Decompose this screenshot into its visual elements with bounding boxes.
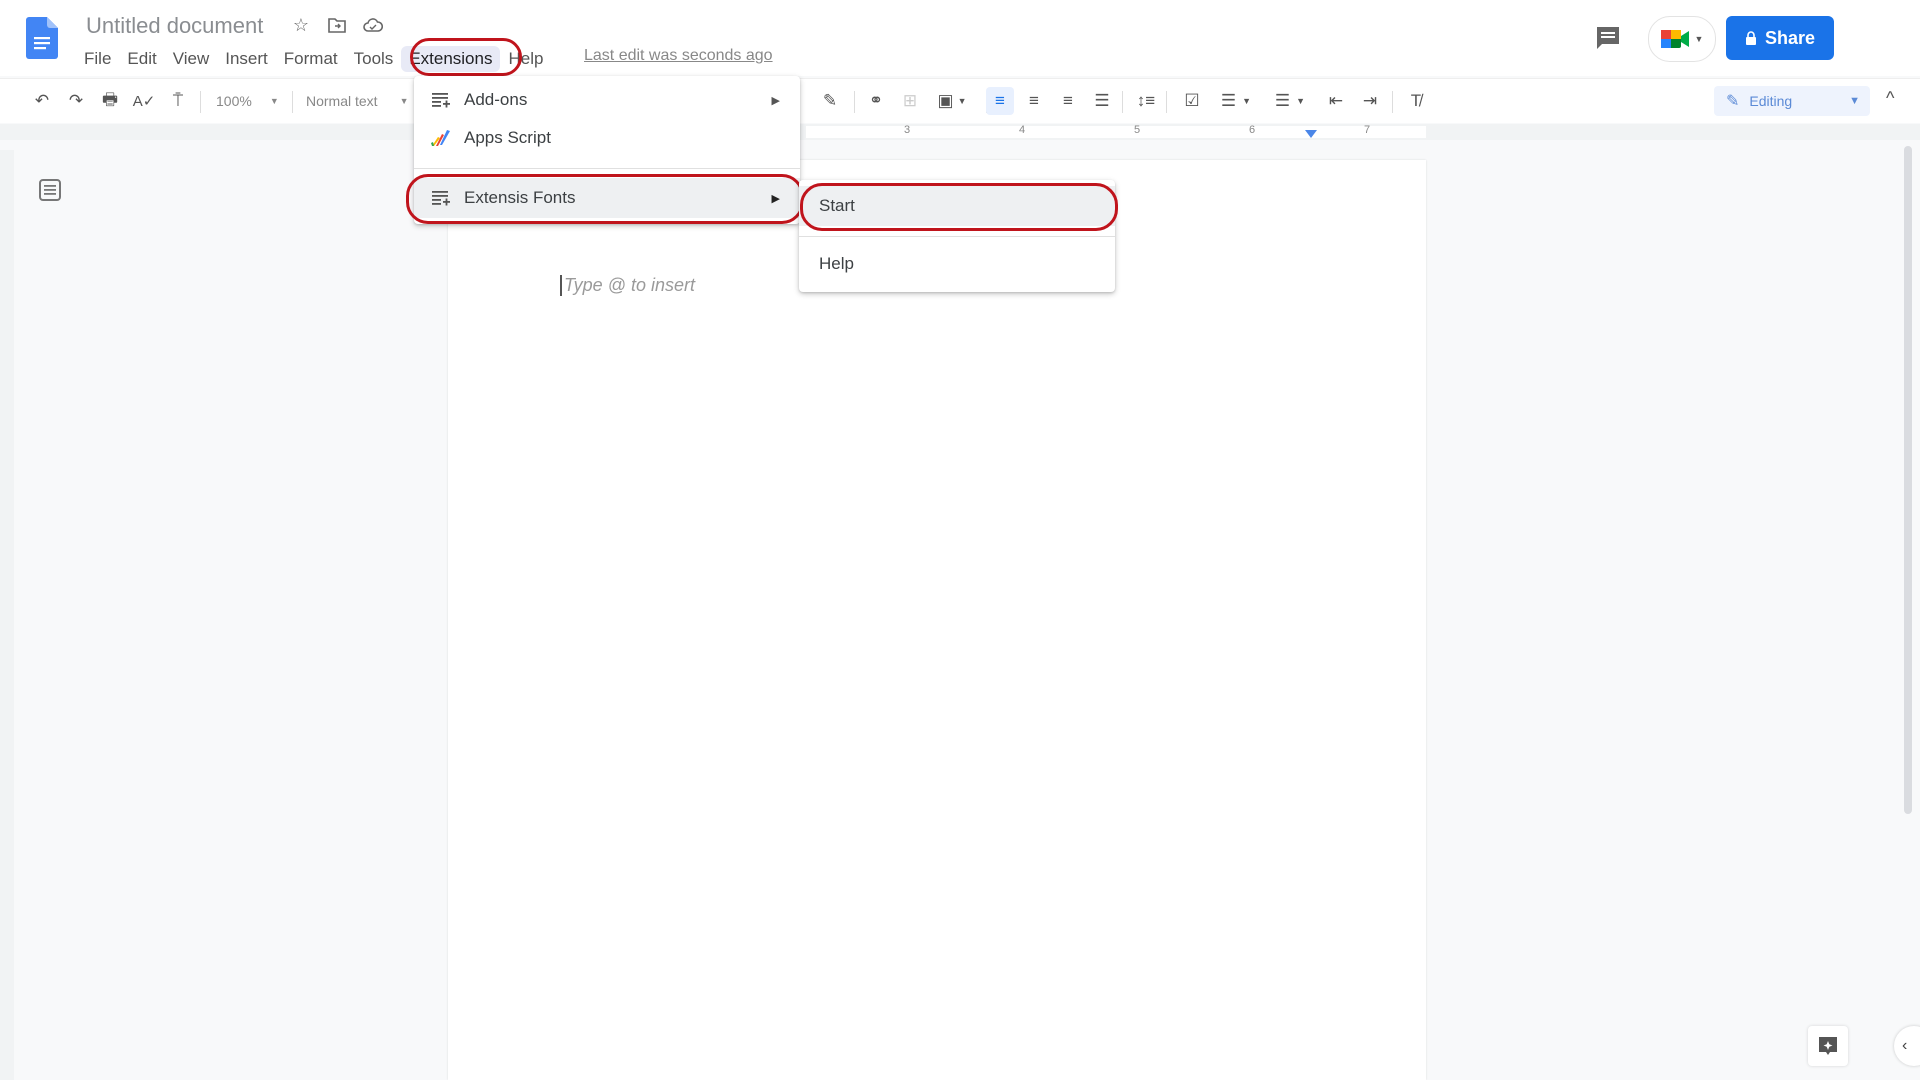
document-placeholder[interactable]: Type @ to insert [560, 275, 695, 296]
chevron-down-icon: ▼ [269, 96, 279, 106]
menu-format[interactable]: Format [276, 46, 346, 72]
extensis-fonts-icon [430, 187, 452, 209]
collapse-menus-icon[interactable]: ^ [1886, 88, 1894, 109]
menu-extensions[interactable]: Extensions [401, 46, 501, 72]
ruler-number: 6 [1249, 124, 1256, 136]
menu-divider [799, 236, 1115, 237]
share-label: Share [1764, 27, 1816, 48]
ruler-content-area[interactable] [806, 126, 1426, 138]
menu-file[interactable]: File [76, 46, 119, 72]
meet-icon [1660, 30, 1689, 48]
style-select[interactable]: Normal text ▼ [306, 87, 416, 115]
ruler-number: 7 [1364, 124, 1371, 136]
toolbar-divider [292, 91, 293, 113]
add-comment-icon[interactable]: ⊞ [898, 87, 922, 115]
meet-button[interactable]: ▼ [1648, 16, 1716, 62]
chevron-down-icon: ▼ [399, 96, 409, 106]
toolbar: ↶ ↷ 🖶 A✓ ⍑ 100% ▼ Normal text ▼ ✎ ⚭ ⊞ ▣ ▼… [0, 78, 1920, 123]
extensions-menu: Add-ons ▶ Apps Script Extensis Fonts ▶ [414, 76, 800, 224]
increase-indent-icon[interactable]: ⇥ [1356, 87, 1384, 115]
submenu-item-label: Start [819, 196, 855, 215]
bulleted-list-icon[interactable]: ☰ ▼ [1214, 87, 1258, 115]
share-button[interactable]: Share [1726, 16, 1834, 60]
highlight-pen-icon[interactable]: ✎ [818, 87, 842, 115]
ruler-number: 4 [1019, 124, 1026, 136]
side-panel-toggle[interactable]: ‹ [1894, 1026, 1920, 1066]
submenu-arrow-icon: ▶ [771, 94, 780, 107]
toolbar-divider [854, 91, 855, 113]
chevron-down-icon: ▼ [1694, 34, 1704, 44]
numbered-list-icon[interactable]: ☰ ▼ [1268, 87, 1312, 115]
decrease-indent-icon[interactable]: ⇤ [1322, 87, 1350, 115]
align-left-icon[interactable]: ≡ [986, 87, 1014, 115]
style-value: Normal text [306, 93, 378, 109]
cloud-status-icon[interactable] [362, 14, 384, 36]
menu-help[interactable]: Help [500, 46, 551, 72]
menu-item-label: Extensis Fonts [464, 188, 576, 207]
last-edit-link[interactable]: Last edit was seconds ago [584, 47, 773, 65]
align-center-icon[interactable]: ≡ [1020, 87, 1048, 115]
zoom-value: 100% [216, 93, 252, 109]
docs-logo-icon[interactable] [26, 17, 58, 59]
editing-mode-select[interactable]: ✎ Editing ▼ [1714, 86, 1870, 116]
explore-button[interactable] [1808, 1026, 1848, 1066]
submenu-item-help[interactable]: Help [799, 244, 1115, 284]
vertical-ruler [0, 150, 14, 1080]
line-spacing-icon[interactable]: ↕≡ [1132, 87, 1160, 115]
menu-tools[interactable]: Tools [346, 46, 402, 72]
redo-icon[interactable]: ↷ [64, 87, 88, 115]
menu-item-add-ons[interactable]: Add-ons ▶ [414, 81, 800, 119]
apps-script-icon [430, 127, 452, 149]
lock-icon [1745, 31, 1756, 45]
extensis-fonts-submenu: Start Help [799, 180, 1115, 292]
pencil-icon: ✎ [1726, 93, 1740, 110]
menu-divider [414, 168, 800, 169]
right-indent-marker[interactable] [1305, 130, 1317, 138]
menu-item-label: Add-ons [464, 90, 528, 109]
ruler-number: 3 [904, 124, 911, 136]
link-icon[interactable]: ⚭ [864, 87, 888, 115]
document-page[interactable] [448, 160, 1426, 1080]
menu-item-apps-script[interactable]: Apps Script [414, 119, 800, 157]
zoom-select[interactable]: 100% ▼ [216, 87, 286, 115]
insert-image-icon[interactable]: ▣ ▼ [930, 87, 974, 115]
undo-icon[interactable]: ↶ [30, 87, 54, 115]
print-icon[interactable]: 🖶 [98, 87, 122, 115]
chevron-down-icon: ▼ [1849, 95, 1860, 107]
spellcheck-icon[interactable]: A✓ [132, 87, 156, 115]
toolbar-divider [1122, 91, 1123, 113]
menu-item-label: Apps Script [464, 128, 551, 147]
editing-mode-label: Editing [1749, 93, 1793, 109]
align-justify-icon[interactable]: ☰ [1088, 87, 1116, 115]
menu-edit[interactable]: Edit [119, 46, 164, 72]
toolbar-divider [1166, 91, 1167, 113]
move-to-folder-icon[interactable] [326, 14, 348, 36]
header: Untitled document ☆ File Edit View Inser… [0, 0, 1920, 76]
paint-format-icon[interactable]: ⍑ [166, 87, 190, 115]
menu-insert[interactable]: Insert [217, 46, 276, 72]
submenu-item-start[interactable]: Start [799, 186, 1115, 226]
explore-icon [1819, 1037, 1837, 1055]
menu-item-extensis-fonts[interactable]: Extensis Fonts ▶ [414, 178, 800, 218]
toolbar-divider [200, 91, 201, 113]
document-outline-icon[interactable] [38, 178, 62, 202]
add-ons-icon [430, 89, 452, 111]
vertical-scrollbar[interactable] [1904, 146, 1912, 814]
align-right-icon[interactable]: ≡ [1054, 87, 1082, 115]
document-title[interactable]: Untitled document [86, 13, 263, 39]
clear-formatting-icon[interactable]: T̸ [1402, 87, 1430, 115]
checklist-icon[interactable]: ☑ [1178, 87, 1206, 115]
menu-bar: File Edit View Insert Format Tools Exten… [76, 46, 551, 72]
submenu-item-label: Help [819, 254, 854, 273]
ruler-number: 5 [1134, 124, 1141, 136]
menu-view[interactable]: View [165, 46, 218, 72]
toolbar-divider [1392, 91, 1393, 113]
chevron-left-icon: ‹ [1902, 1037, 1908, 1054]
comment-history-icon[interactable] [1594, 24, 1622, 52]
submenu-arrow-icon: ▶ [771, 192, 780, 205]
star-icon[interactable]: ☆ [290, 14, 312, 36]
